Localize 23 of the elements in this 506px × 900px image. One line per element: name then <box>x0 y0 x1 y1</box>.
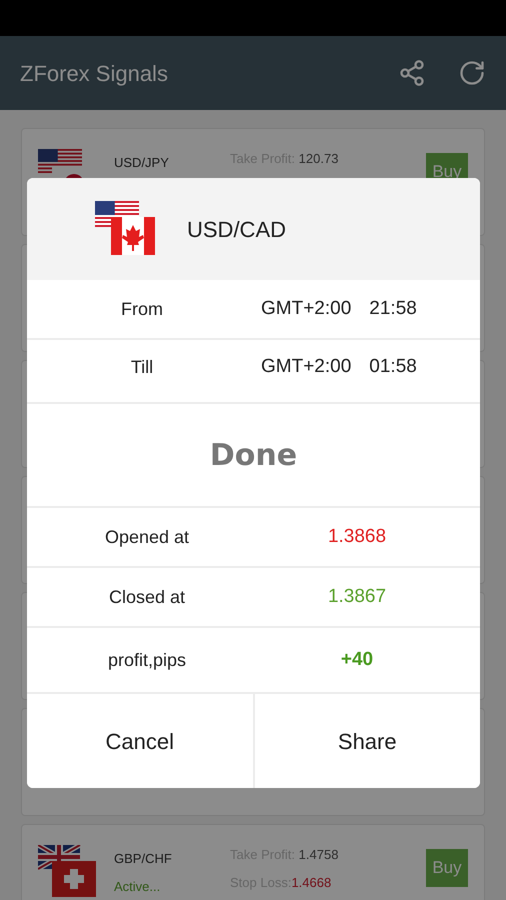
price-value: +40 <box>340 648 374 672</box>
price-value: 1.3867 <box>326 584 388 609</box>
price-value: 1.3868 <box>326 524 388 549</box>
signal-status-title: Done <box>210 436 298 474</box>
flag-pair-icon <box>38 845 98 900</box>
app-title: ZForex Signals <box>20 60 169 88</box>
time-value: GMT+2:00 <box>261 296 352 321</box>
signal-status: Active... <box>114 878 162 896</box>
dialog-pair: USD/CAD <box>187 216 286 244</box>
refresh-icon[interactable] <box>458 59 486 87</box>
time-label: From <box>120 298 164 320</box>
time-value: 01:58 <box>369 354 417 379</box>
price-label: Closed at <box>108 586 186 608</box>
flag-pair-icon <box>95 201 155 257</box>
share-icon[interactable] <box>398 59 426 87</box>
currency-pair: USD/JPY <box>114 154 170 172</box>
time-value: 21:58 <box>369 296 417 321</box>
cancel-button[interactable]: Cancel <box>27 694 254 788</box>
time-value: GMT+2:00 <box>261 354 352 379</box>
time-label: Till <box>130 356 154 378</box>
price-label: Opened at <box>104 526 190 549</box>
price-label: profit,pips <box>106 648 188 672</box>
currency-pair: GBP/CHF <box>114 850 173 868</box>
